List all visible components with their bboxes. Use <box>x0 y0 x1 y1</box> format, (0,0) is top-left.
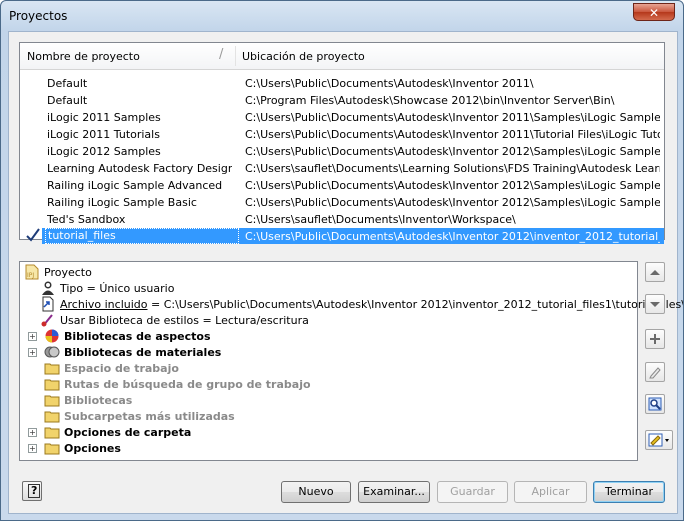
arrow-up-icon <box>650 270 660 275</box>
project-name: Railing iLogic Sample Advanced <box>47 179 223 192</box>
tree-item-label: Bibliotecas <box>64 394 133 407</box>
material-library-icon <box>44 346 60 358</box>
expand-toggle[interactable]: + <box>28 332 37 341</box>
edit-options-icon <box>648 433 669 447</box>
project-location: C:\Users\Public\Documents\Autodesk\Inven… <box>245 145 660 158</box>
appearance-library-icon <box>45 329 59 343</box>
projects-dialog: Proyectos ✕ Nombre de proyecto / Ubicaci… <box>0 0 684 521</box>
project-location: C:\Users\Public\Documents\Autodesk\Inven… <box>245 77 534 90</box>
project-name: iLogic 2011 Tutorials <box>47 128 160 141</box>
dialog-body: Nombre de proyecto / Ubicación de proyec… <box>8 31 683 514</box>
tree-root-label: Proyecto <box>44 266 92 279</box>
user-icon <box>42 281 54 295</box>
project-location: C:\Users\sauflet\Documents\Inventor\Work… <box>245 213 516 226</box>
help-icon: ? <box>28 484 41 498</box>
column-header-name[interactable]: Nombre de proyecto <box>27 50 140 63</box>
new-button[interactable]: Nuevo <box>281 481 351 503</box>
column-header-location[interactable]: Ubicación de proyecto <box>242 50 365 63</box>
column-divider <box>235 46 236 66</box>
project-name: Default <box>47 77 88 90</box>
expand-toggle[interactable]: + <box>28 428 37 437</box>
tree-item-label: Opciones <box>64 442 121 455</box>
title-bar: Proyectos ✕ <box>1 1 683 31</box>
close-button[interactable]: ✕ <box>633 3 675 21</box>
magnifier-icon <box>648 397 662 411</box>
archivo-incluido-value: = C:\Users\Public\Documents\Autodesk\Inv… <box>147 298 684 311</box>
help-button[interactable]: ? <box>22 481 42 501</box>
project-name: tutorial_files <box>45 228 239 244</box>
move-down-button[interactable] <box>645 294 665 314</box>
arrow-down-icon <box>650 302 660 307</box>
project-location: C:\Users\Public\Documents\Autodesk\Inven… <box>245 196 660 209</box>
project-row[interactable]: Learning Autodesk Factory Design... C:\U… <box>20 160 664 176</box>
archivo-incluido-label: Archivo incluido <box>60 298 148 311</box>
folder-icon <box>44 395 60 407</box>
options-icon <box>44 443 60 455</box>
project-row[interactable]: iLogic 2012 Samples C:\Users\Public\Docu… <box>20 143 664 159</box>
project-row[interactable]: Railing iLogic Sample Basic C:\Users\Pub… <box>20 194 664 210</box>
project-row-active[interactable]: tutorial_files C:\Users\Public\Documents… <box>20 228 664 244</box>
folder-icon <box>44 363 60 375</box>
project-row[interactable]: iLogic 2011 Tutorials C:\Users\Public\Do… <box>20 126 664 142</box>
save-button[interactable]: Guardar <box>437 481 508 503</box>
tree-item-archivo-text: Archivo incluido = C:\Users\Public\Docum… <box>60 298 684 311</box>
expand-toggle[interactable]: + <box>28 348 37 357</box>
window-title: Proyectos <box>9 9 68 23</box>
active-project-check-icon <box>26 228 40 242</box>
project-list: Nombre de proyecto / Ubicación de proyec… <box>19 42 665 244</box>
tree-item-label: Bibliotecas de aspectos <box>64 330 211 343</box>
apply-button[interactable]: Aplicar <box>514 481 587 503</box>
project-row[interactable]: iLogic 2011 Samples C:\Users\Public\Docu… <box>20 109 664 125</box>
tree-item-label: Rutas de búsqueda de grupo de trabajo <box>64 378 311 391</box>
project-row[interactable]: Default C:\Program Files\Autodesk\Showca… <box>20 92 664 108</box>
column-resize-handle[interactable]: / <box>219 47 223 62</box>
expand-toggle[interactable]: + <box>28 444 37 453</box>
project-row[interactable]: Default C:\Users\Public\Documents\Autode… <box>20 75 664 91</box>
project-details-tree: IPJ Proyecto Tipo = Único usuario Archiv… <box>19 261 683 461</box>
edit-button[interactable] <box>645 362 665 382</box>
project-location: C:\Users\Public\Documents\Autodesk\Inven… <box>245 230 660 243</box>
list-header: Nombre de proyecto / Ubicación de proyec… <box>20 43 664 70</box>
tree-item-label: Opciones de carpeta <box>64 426 192 439</box>
style-library-icon <box>41 314 53 327</box>
project-name: Default <box>47 94 88 107</box>
svg-text:IPJ: IPJ <box>27 272 34 279</box>
tree-item-label: Subcarpetas más utilizadas <box>64 410 235 423</box>
find-button[interactable] <box>645 394 665 414</box>
folder-icon <box>44 411 60 423</box>
move-up-button[interactable] <box>645 262 665 282</box>
project-location: C:\Users\Public\Documents\Autodesk\Inven… <box>245 128 660 141</box>
project-name: Railing iLogic Sample Basic <box>47 196 197 209</box>
options-dropdown-button[interactable] <box>645 430 673 450</box>
plus-icon <box>650 334 660 344</box>
folder-icon <box>44 379 60 391</box>
project-location: C:\Users\Public\Documents\Autodesk\Inven… <box>245 179 660 192</box>
tree-item-label: Tipo = Único usuario <box>60 282 175 295</box>
tree-item-label: Espacio de trabajo <box>64 362 179 375</box>
browse-button[interactable]: Examinar... <box>358 481 430 503</box>
add-path-button[interactable] <box>645 329 665 349</box>
project-name: Learning Autodesk Factory Design... <box>47 162 232 175</box>
project-location: C:\Users\Public\Documents\Autodesk\Inven… <box>245 111 660 124</box>
project-row[interactable]: Railing iLogic Sample Advanced C:\Users\… <box>20 177 664 193</box>
folder-options-icon <box>44 427 60 439</box>
include-file-icon <box>42 296 54 312</box>
tree-item-label: Bibliotecas de materiales <box>64 346 222 359</box>
project-row[interactable]: Ted's Sandbox C:\Users\sauflet\Documents… <box>20 211 664 227</box>
finish-button[interactable]: Terminar <box>593 481 665 503</box>
project-location: C:\Program Files\Autodesk\Showcase 2012\… <box>245 94 615 107</box>
project-name: iLogic 2012 Samples <box>47 145 161 158</box>
project-location: C:\Users\sauflet\Documents\Learning Solu… <box>245 162 660 175</box>
project-name: Ted's Sandbox <box>47 213 126 226</box>
pencil-icon <box>649 367 661 379</box>
tree-item-label: Usar Biblioteca de estilos = Lectura/esc… <box>60 314 309 327</box>
project-file-icon: IPJ <box>25 264 39 280</box>
project-name: iLogic 2011 Samples <box>47 111 161 124</box>
